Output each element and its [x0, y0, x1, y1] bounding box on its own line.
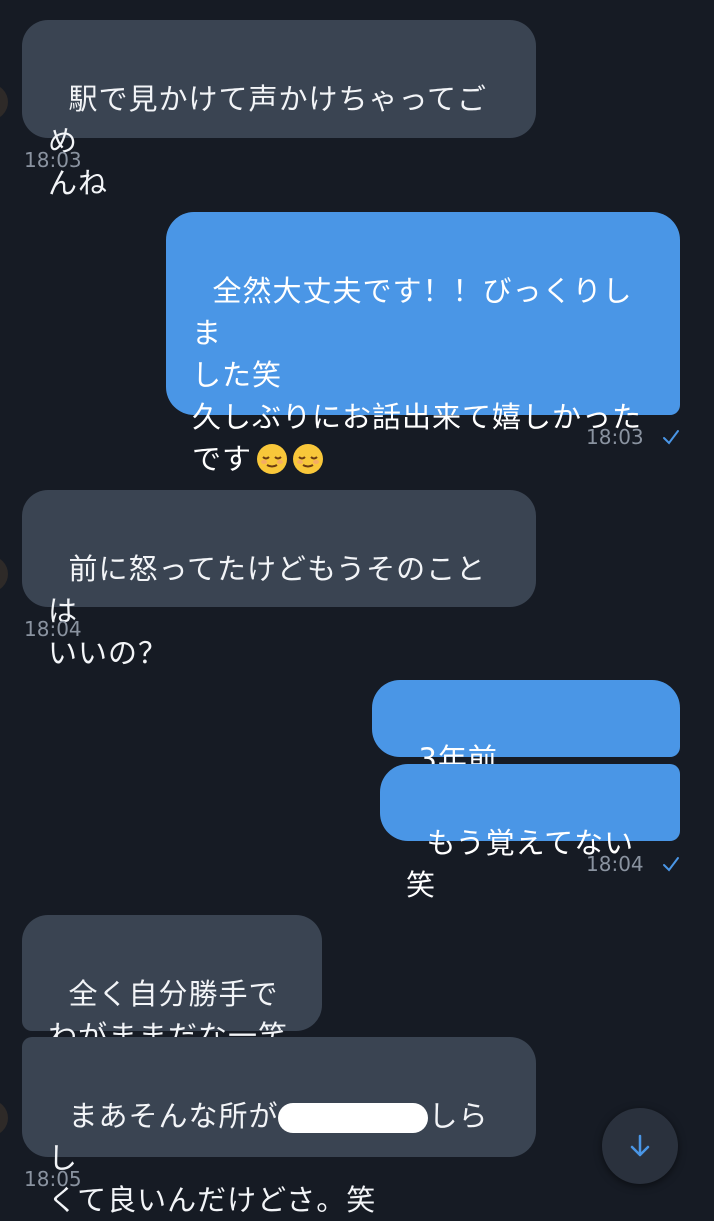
check-icon — [663, 857, 679, 872]
relieved-face-emoji — [293, 444, 324, 474]
message-bubble-outgoing[interactable]: 3年前wwwwwww — [372, 680, 680, 818]
message-text: 前に怒ってたけどもうそのことは いいの？ — [48, 552, 487, 670]
avatar[interactable] — [0, 84, 8, 120]
message-text: まあそんな所が — [68, 1099, 279, 1133]
message-timestamp: 18:03 — [586, 425, 644, 449]
check-icon — [663, 430, 679, 445]
arrow-down-icon — [630, 1134, 650, 1157]
redaction-mark — [278, 1103, 429, 1133]
avatar[interactable] — [0, 1100, 8, 1136]
relieved-face-emoji — [257, 444, 288, 474]
message-text: 駅で見かけて声かけちゃってごめ んね — [48, 82, 487, 200]
message-bubble-incoming[interactable]: 駅で見かけて声かけちゃってごめ んね — [22, 20, 536, 200]
message-timestamp: 18:04 — [586, 852, 644, 876]
scroll-to-bottom-button[interactable] — [602, 1108, 678, 1184]
message-timestamp: 18:04 — [24, 617, 82, 641]
message-bubble-incoming[interactable]: まあそんな所が しらし くて良いんだけどさ。笑 — [22, 1037, 536, 1217]
message-timestamp: 18:05 — [24, 1167, 82, 1191]
message-timestamp: 18:03 — [24, 148, 82, 172]
message-bubble-incoming[interactable]: 前に怒ってたけどもうそのことは いいの？ — [22, 490, 536, 670]
message-bubble-incoming[interactable]: 全く自分勝手で わがままだな一笑 — [22, 915, 322, 1053]
message-bubble-outgoing[interactable]: 全然大丈夫です！！びっくりしま した笑 久しぶりにお話出来て嬉しかった です — [166, 212, 680, 476]
avatar[interactable] — [0, 556, 8, 592]
message-bubble-outgoing[interactable]: もう覚えてない笑 — [380, 764, 680, 902]
